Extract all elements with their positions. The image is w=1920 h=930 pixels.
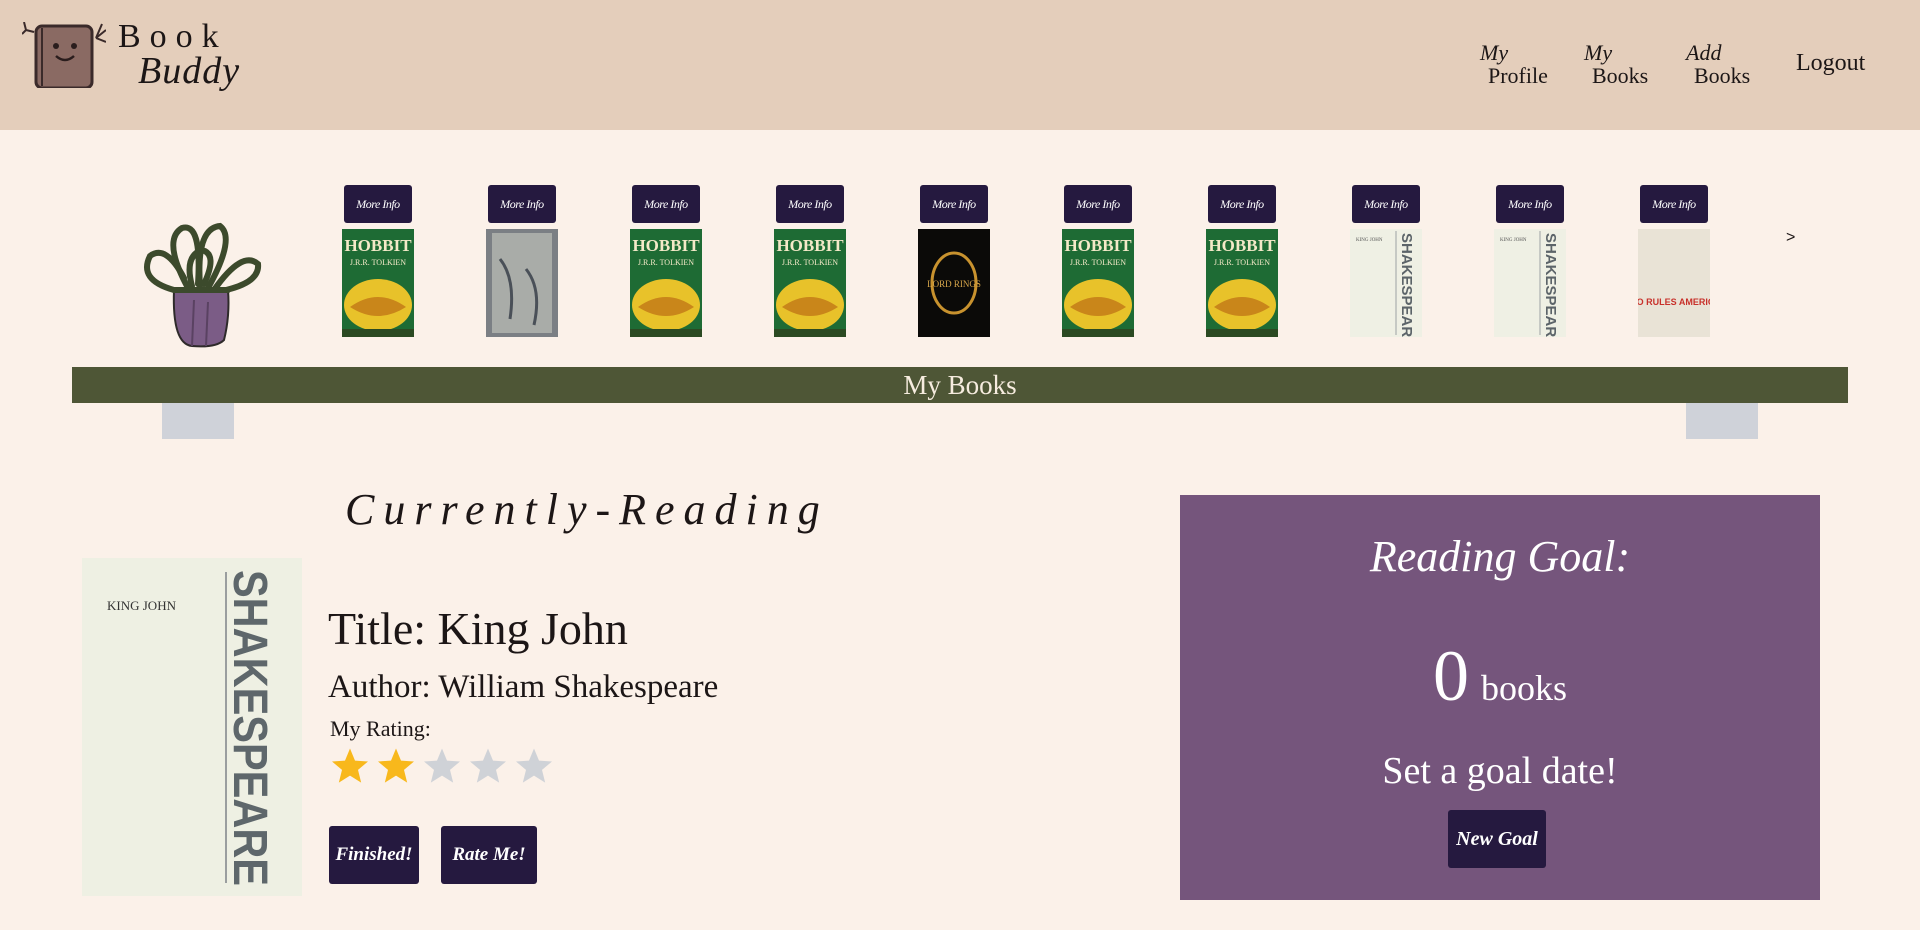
cover-author: J.R.R. TOLKIEN	[1214, 258, 1270, 267]
cover-author: J.R.R. TOLKIEN	[638, 258, 694, 267]
rating-label: My Rating:	[330, 716, 431, 741]
goal-cta: Set a goal date!	[1382, 750, 1618, 792]
cover-author: KING JOHN	[1500, 238, 1527, 243]
shelf-label: My Books	[903, 370, 1017, 400]
reading-goal-panel: Reading Goal: 0 books Set a goal date! Ne…	[1180, 495, 1820, 900]
more-info-button[interactable]: More Info	[1064, 185, 1132, 223]
cover-author: J.R.R. TOLKIEN	[1070, 258, 1126, 267]
cover-title: HOBBIT	[1064, 236, 1132, 255]
cover-title: HOBBIT	[1208, 236, 1276, 255]
cover-title: HOBBIT	[344, 236, 412, 255]
more-info-button[interactable]: More Info	[1352, 185, 1420, 223]
cover-title: HOBBIT	[632, 236, 700, 255]
shelf-bar: My Books	[72, 367, 1848, 403]
rating-stars	[330, 746, 554, 786]
book-slot: More Info KING JOHN SHAKESPEARE	[1350, 185, 1422, 337]
book-cover-hobbit[interactable]: HOBBIT J.R.R. TOLKIEN	[630, 229, 702, 337]
goal-number: 0	[1432, 636, 1469, 716]
more-info-button[interactable]: More Info	[1208, 185, 1276, 223]
book-slot: More Info WHO RULES AMERICA?	[1638, 185, 1710, 337]
book-cover-hobbit[interactable]: HOBBIT J.R.R. TOLKIEN	[1062, 229, 1134, 337]
current-book-author: Author: William Shakespeare	[328, 669, 719, 705]
more-info-button[interactable]: More Info	[632, 185, 700, 223]
cover-title: SHAKESPEARE	[1398, 233, 1415, 337]
star-filled-icon[interactable]	[376, 746, 416, 786]
bookshelf: More Info HOBBIT J.R.R. TOLKIEN More Inf…	[0, 0, 1920, 400]
book-slot: More Info HOBBIT J.R.R. TOLKIEN	[1206, 185, 1278, 337]
star-filled-icon[interactable]	[330, 746, 370, 786]
book-slot: More Info KING JOHN SHAKESPEARE	[1494, 185, 1566, 337]
current-cover-small-text: KING JOHN	[107, 598, 177, 613]
rate-me-button[interactable]: Rate Me!	[441, 826, 537, 884]
book-slot: More Info HOBBIT J.R.R. TOLKIEN	[1062, 185, 1134, 337]
book-slot: More Info LORD RINGS	[918, 185, 990, 337]
more-info-button[interactable]: More Info	[776, 185, 844, 223]
book-slot: More Info HOBBIT J.R.R. TOLKIEN	[342, 185, 414, 337]
shelf-leg-right	[1686, 403, 1758, 439]
cover-author: KING JOHN	[1356, 238, 1383, 243]
carousel-next-button[interactable]: >	[1780, 228, 1801, 248]
more-info-button[interactable]: More Info	[488, 185, 556, 223]
book-cover-who-rules[interactable]: WHO RULES AMERICA?	[1638, 229, 1710, 337]
book-slot: More Info	[486, 185, 558, 337]
book-cover-hobbit[interactable]: HOBBIT J.R.R. TOLKIEN	[1206, 229, 1278, 337]
book-slot: More Info HOBBIT J.R.R. TOLKIEN	[630, 185, 702, 337]
current-cover-big-text: SHAKESPEARE	[223, 570, 276, 886]
star-empty-icon[interactable]	[468, 746, 508, 786]
more-info-button[interactable]: More Info	[920, 185, 988, 223]
goal-unit: books	[1480, 668, 1567, 708]
cover-title: SHAKESPEARE	[1542, 233, 1559, 337]
reading-goal-count: 0 books	[1180, 635, 1820, 718]
cover-author: J.R.R. TOLKIEN	[782, 258, 838, 267]
reading-goal-title: Reading Goal:	[1369, 532, 1631, 581]
star-empty-icon[interactable]	[422, 746, 462, 786]
book-cover-grey[interactable]	[486, 229, 558, 337]
finished-button[interactable]: Finished!	[329, 826, 419, 884]
book-slot: More Info HOBBIT J.R.R. TOLKIEN	[774, 185, 846, 337]
book-cover-lotr[interactable]: LORD RINGS	[918, 229, 990, 337]
cover-title: LORD RINGS	[927, 279, 981, 289]
new-goal-button[interactable]: New Goal	[1448, 810, 1546, 868]
more-info-button[interactable]: More Info	[344, 185, 412, 223]
current-book-title: Title: King John	[328, 603, 628, 654]
book-cover-shakespeare[interactable]: KING JOHN SHAKESPEARE	[1494, 229, 1566, 337]
currently-reading-heading: Currently-Reading	[345, 485, 829, 534]
cover-title: WHO RULES AMERICA?	[1638, 297, 1710, 307]
cover-title: HOBBIT	[776, 236, 844, 255]
current-book-cover[interactable]: KING JOHN SHAKESPEARE	[82, 558, 302, 896]
more-info-button[interactable]: More Info	[1496, 185, 1564, 223]
shelf-leg-left	[162, 403, 234, 439]
more-info-button[interactable]: More Info	[1640, 185, 1708, 223]
cover-author: J.R.R. TOLKIEN	[350, 258, 406, 267]
book-cover-hobbit[interactable]: HOBBIT J.R.R. TOLKIEN	[342, 229, 414, 337]
book-cover-hobbit[interactable]: HOBBIT J.R.R. TOLKIEN	[774, 229, 846, 337]
star-empty-icon[interactable]	[514, 746, 554, 786]
book-cover-shakespeare[interactable]: KING JOHN SHAKESPEARE	[1350, 229, 1422, 337]
